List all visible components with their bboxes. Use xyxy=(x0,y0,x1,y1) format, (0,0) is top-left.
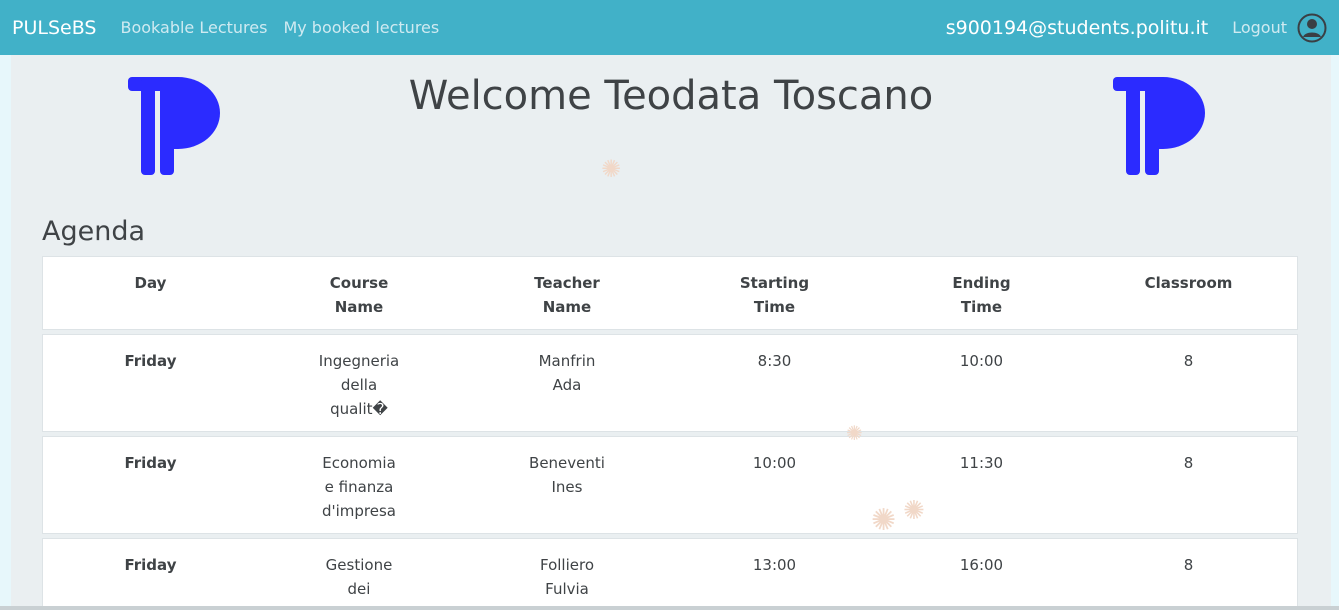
main-content: Welcome Teodata Toscano ✺ Agenda Day Cou… xyxy=(11,55,1331,610)
nav-link-my-booked-lectures[interactable]: My booked lectures xyxy=(283,18,439,37)
header-ending-time: Ending Time xyxy=(952,274,1011,316)
row-course-name: Economia e finanza d'impresa xyxy=(321,454,397,520)
header-day: Day xyxy=(134,274,167,292)
header-classroom: Classroom xyxy=(1144,274,1233,292)
user-avatar-icon[interactable] xyxy=(1297,13,1327,43)
row-teacher-name: Folliero Fulvia xyxy=(539,556,595,598)
row-day: Friday xyxy=(124,556,177,574)
user-email: s900194@students.politu.it xyxy=(945,16,1209,39)
row-end-time: 10:00 xyxy=(959,352,1004,370)
header-starting-time: Starting Time xyxy=(739,274,810,316)
brand-link[interactable]: PULSeBS xyxy=(12,17,96,39)
row-teacher-name: Manfrin Ada xyxy=(538,352,596,394)
row-start-time: 10:00 xyxy=(752,454,797,472)
row-start-time: 13:00 xyxy=(752,556,797,574)
row-day: Friday xyxy=(124,352,177,370)
bottom-scroll-edge xyxy=(0,606,1339,610)
agenda-heading: Agenda xyxy=(42,216,146,247)
row-course-name: Gestionedeiprocessi xyxy=(325,556,393,610)
top-navbar: PULSeBS Bookable Lectures My booked lect… xyxy=(0,0,1339,55)
row-start-time: 8:30 xyxy=(757,352,792,370)
logout-link[interactable]: Logout xyxy=(1232,18,1287,37)
row-classroom: 8 xyxy=(1183,352,1194,370)
agenda-row: Friday Gestionedeiprocessi FollieroFulvi… xyxy=(42,538,1298,610)
hero-section: Welcome Teodata Toscano ✺ xyxy=(11,55,1331,195)
sparkle-icon: ✺ xyxy=(846,423,863,445)
row-teacher-name: Beneventi Ines xyxy=(529,454,605,496)
row-classroom: 8 xyxy=(1183,556,1194,574)
nav-link-bookable-lectures[interactable]: Bookable Lectures xyxy=(120,18,267,37)
row-end-time: 16:00 xyxy=(959,556,1004,574)
navbar-right: s900194@students.politu.it Logout xyxy=(946,13,1327,43)
agenda-header-row: Day Course Name Teacher Name Starting Time … xyxy=(42,256,1298,330)
agenda-row: Friday Economia e finanza d'impresa Beneve… xyxy=(42,436,1298,534)
sparkle-icon: ✺ xyxy=(903,495,925,525)
row-day: Friday xyxy=(124,454,177,472)
row-course-name: Ingegneria della qualit� xyxy=(318,352,400,418)
header-course-name: Course Name xyxy=(329,274,389,316)
header-teacher-name: Teacher Name xyxy=(534,274,600,316)
row-classroom: 8 xyxy=(1183,454,1194,472)
logo-icon xyxy=(1113,77,1205,175)
sparkle-icon: ✺ xyxy=(601,156,622,183)
row-end-time: 11:30 xyxy=(959,454,1004,472)
agenda-row: Friday Ingegneria della qualit� Manfrin Ada… xyxy=(42,334,1298,432)
sparkle-icon: ✺ xyxy=(871,504,897,537)
